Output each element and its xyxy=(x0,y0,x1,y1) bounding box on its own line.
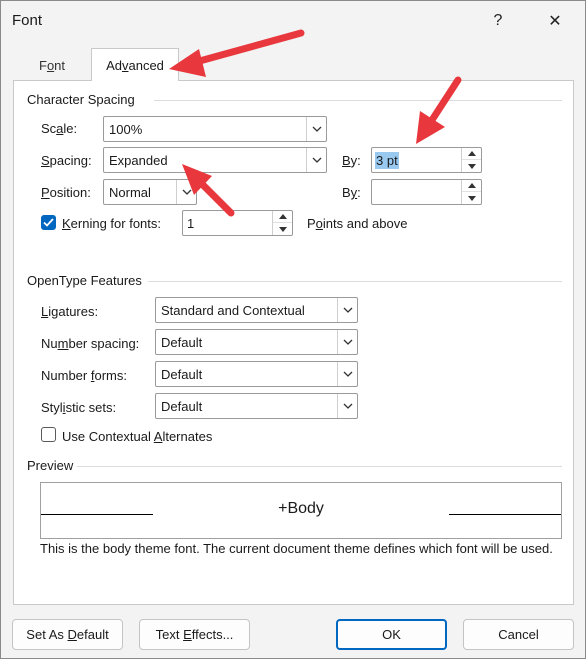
kerning-label[interactable]: Kerning for fonts: xyxy=(62,216,161,231)
section-divider xyxy=(77,466,562,467)
set-as-default-button[interactable]: Set As Default xyxy=(12,619,123,650)
spacing-by-value: 3 pt xyxy=(375,152,399,169)
cancel-button[interactable]: Cancel xyxy=(463,619,574,650)
position-value: Normal xyxy=(109,185,151,200)
text-effects-button[interactable]: Text Effects... xyxy=(139,619,250,650)
ligatures-label: Ligatures: xyxy=(41,304,99,319)
spin-buttons xyxy=(272,211,292,235)
spin-down-icon[interactable] xyxy=(273,223,292,235)
tab-font[interactable]: Font xyxy=(13,51,91,79)
ok-button[interactable]: OK xyxy=(336,619,447,650)
position-by-value xyxy=(375,184,377,186)
chevron-down-icon xyxy=(337,330,357,354)
stylistic-sets-value: Default xyxy=(161,399,203,414)
spin-buttons xyxy=(461,148,481,172)
cancel-label: Cancel xyxy=(498,627,539,642)
contextual-alternates-label[interactable]: Use Contextual Alternates xyxy=(62,429,212,444)
scale-value: 100% xyxy=(109,122,143,137)
chevron-down-icon xyxy=(337,362,357,386)
stylistic-sets-label: Stylistic sets: xyxy=(41,400,117,415)
number-forms-label: Number forms: xyxy=(41,368,127,383)
preview-description: This is the body theme font. The current… xyxy=(40,541,553,556)
tab-font-label: Font xyxy=(38,57,66,73)
section-divider xyxy=(148,281,562,282)
preview-baseline-right xyxy=(449,514,561,515)
chevron-down-icon xyxy=(337,394,357,418)
section-divider xyxy=(154,100,562,101)
chevron-down-icon xyxy=(306,148,326,172)
checkmark-icon xyxy=(43,218,54,227)
points-above-label: Points and above xyxy=(307,216,408,231)
font-dialog: Font ? ✕ Font Advanced Character Spacing… xyxy=(0,0,586,659)
spin-down-icon[interactable] xyxy=(462,160,481,172)
spin-up-icon[interactable] xyxy=(462,180,481,192)
ligatures-dropdown[interactable]: Standard and Contextual xyxy=(155,297,358,323)
position-label: Position: xyxy=(41,185,91,200)
kerning-points-value: 1 xyxy=(187,216,195,231)
text-effects-label: Text Effects... xyxy=(155,627,234,642)
spacing-value: Expanded xyxy=(109,153,168,168)
number-spacing-value: Default xyxy=(161,335,203,350)
preview-sample: +Body xyxy=(278,500,324,517)
spacing-by-input[interactable]: 3 pt xyxy=(371,147,482,173)
ligatures-value: Standard and Contextual xyxy=(161,303,305,318)
spacing-dropdown[interactable]: Expanded xyxy=(103,147,327,173)
tab-advanced[interactable]: Advanced xyxy=(91,48,179,81)
spin-up-icon[interactable] xyxy=(462,148,481,160)
number-forms-value: Default xyxy=(161,367,203,382)
scale-dropdown[interactable]: 100% xyxy=(103,116,327,142)
set-as-default-label: Set As Default xyxy=(26,627,109,642)
position-dropdown[interactable]: Normal xyxy=(103,179,197,205)
contextual-alternates-checkbox[interactable] xyxy=(41,427,56,442)
preview-heading: Preview xyxy=(27,458,74,473)
help-button[interactable]: ? xyxy=(485,9,511,33)
preview-box: +Body xyxy=(40,482,562,539)
number-forms-dropdown[interactable]: Default xyxy=(155,361,358,387)
chevron-down-icon xyxy=(306,117,326,141)
spacing-label: Spacing: xyxy=(41,153,92,168)
opentype-heading: OpenType Features xyxy=(27,273,142,288)
kerning-checkbox[interactable] xyxy=(41,215,56,230)
spin-up-icon[interactable] xyxy=(273,211,292,223)
number-spacing-label: Number spacing: xyxy=(41,336,140,351)
stylistic-sets-dropdown[interactable]: Default xyxy=(155,393,358,419)
character-spacing-heading: Character Spacing xyxy=(27,92,135,107)
spin-buttons xyxy=(461,180,481,204)
title-bar: Font ? ✕ xyxy=(1,1,585,41)
tab-advanced-label: Advanced xyxy=(106,57,164,73)
ok-label: OK xyxy=(382,627,401,642)
spin-down-icon[interactable] xyxy=(462,192,481,204)
close-button[interactable]: ✕ xyxy=(542,9,568,33)
chevron-down-icon xyxy=(337,298,357,322)
spacing-by-label: By: xyxy=(342,153,361,168)
position-by-input[interactable] xyxy=(371,179,482,205)
scale-label: Scale: xyxy=(41,121,78,136)
number-spacing-dropdown[interactable]: Default xyxy=(155,329,358,355)
position-by-label: By: xyxy=(342,185,361,200)
chevron-down-icon xyxy=(176,180,196,204)
dialog-title: Font xyxy=(12,12,43,29)
kerning-points-input[interactable]: 1 xyxy=(182,210,293,236)
close-icon: ✕ xyxy=(548,13,562,30)
question-mark-icon: ? xyxy=(493,12,503,29)
